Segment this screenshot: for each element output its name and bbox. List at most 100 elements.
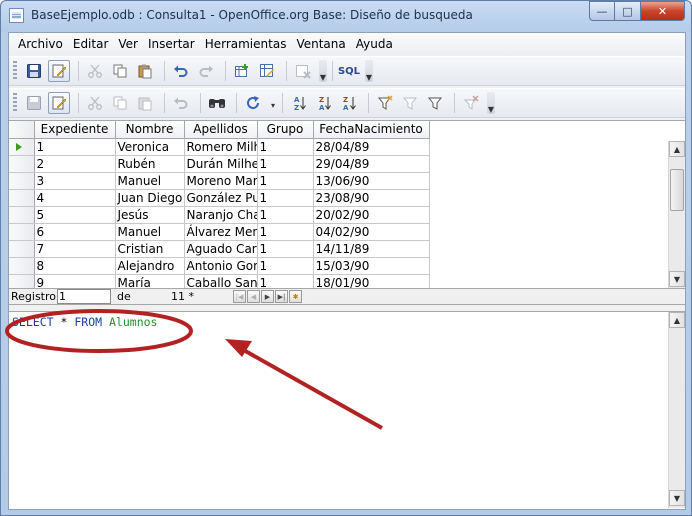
table-cell[interactable]: Moreno Mart	[184, 172, 258, 190]
design-icon[interactable]	[256, 60, 278, 82]
row-handle[interactable]	[9, 189, 35, 207]
table-cell[interactable]: Aguado Caro	[184, 240, 258, 258]
standard-filter-icon[interactable]	[399, 92, 421, 114]
table-cell[interactable]: 1	[257, 172, 314, 190]
sql-query-text[interactable]: SELECT * FROM Alumnos	[12, 315, 157, 329]
menu-ayuda[interactable]: Ayuda	[351, 37, 398, 51]
column-header[interactable]: Apellidos	[184, 121, 258, 139]
sort-icon[interactable]: ZA	[338, 92, 360, 114]
table-cell[interactable]: 1	[257, 138, 314, 156]
table-cell[interactable]: Alejandro	[115, 257, 185, 275]
paste-icon[interactable]	[134, 92, 156, 114]
find-record-icon[interactable]	[206, 92, 228, 114]
save-icon[interactable]	[23, 60, 45, 82]
refresh-dropdown-arrow[interactable]: ▾	[269, 96, 277, 110]
menu-editar[interactable]: Editar	[68, 37, 114, 51]
table-cell[interactable]: 1	[257, 257, 314, 275]
autofilter-icon[interactable]	[374, 92, 396, 114]
table-cell[interactable]: 20/02/90	[313, 206, 430, 224]
table-cell[interactable]: Juan Diego	[115, 189, 185, 207]
toolbar-grip[interactable]	[13, 93, 17, 113]
table-cell[interactable]: 04/02/90	[313, 223, 430, 241]
table-cell[interactable]: 4	[34, 189, 116, 207]
redo-icon[interactable]	[195, 60, 217, 82]
table-row[interactable]: 4 Juan Diego González Puli 1 23/08/90	[9, 189, 430, 207]
apply-filter-icon[interactable]	[424, 92, 446, 114]
add-tables-icon[interactable]	[231, 60, 253, 82]
column-header[interactable]: FechaNacimiento	[313, 121, 430, 139]
row-handle[interactable]	[9, 138, 35, 156]
table-row[interactable]: 7 Cristian Aguado Caro 1 14/11/89	[9, 240, 430, 258]
close-button[interactable]: ✕	[641, 1, 685, 21]
title-bar[interactable]: BaseEjemplo.odb : Consulta1 - OpenOffice…	[1, 1, 691, 31]
table-row[interactable]: 1 Veronica Romero Milh 1 28/04/89	[9, 138, 430, 156]
menu-ver[interactable]: Ver	[113, 37, 143, 51]
table-cell[interactable]: 1	[257, 155, 314, 173]
table-cell[interactable]: Manuel	[115, 172, 185, 190]
app-icon[interactable]	[9, 8, 24, 23]
menu-archivo[interactable]: Archivo	[13, 37, 68, 51]
paste-icon[interactable]	[134, 60, 156, 82]
sql-vertical-scrollbar[interactable]: ▲ ▼	[668, 312, 685, 508]
table-cell[interactable]: 6	[34, 223, 116, 241]
toolbar-overflow-arrow[interactable]: ▼	[319, 60, 327, 82]
table-cell[interactable]: 7	[34, 240, 116, 258]
sort-ascending-icon[interactable]: AZ	[288, 92, 310, 114]
table-cell[interactable]: 29/04/89	[313, 155, 430, 173]
toolbar-overflow-arrow[interactable]: ▼	[365, 60, 373, 82]
toolbar-grip[interactable]	[13, 61, 17, 81]
record-number-input[interactable]: 1	[57, 289, 111, 304]
row-handle[interactable]	[9, 206, 35, 224]
maximize-button[interactable]: □	[615, 1, 641, 21]
table-cell[interactable]: 15/03/90	[313, 257, 430, 275]
table-cell[interactable]: 28/04/89	[313, 138, 430, 156]
edit-mode-icon[interactable]	[48, 60, 70, 82]
edit-data-icon[interactable]	[48, 92, 70, 114]
first-record-button[interactable]: |◀	[233, 290, 246, 303]
row-handle[interactable]	[9, 155, 35, 173]
cut-icon[interactable]	[84, 92, 106, 114]
scroll-up-button[interactable]: ▲	[669, 141, 685, 157]
undo-icon[interactable]	[170, 60, 192, 82]
table-cell[interactable]: Jesús	[115, 206, 185, 224]
undo-icon[interactable]	[170, 92, 192, 114]
table-cell[interactable]: Manuel	[115, 223, 185, 241]
scroll-down-button[interactable]: ▼	[669, 271, 685, 287]
column-header[interactable]: Expediente	[34, 121, 116, 139]
table-row[interactable]: 2 Rubén Durán Milhei 1 29/04/89	[9, 155, 430, 173]
sql-icon[interactable]: SQL	[338, 60, 360, 82]
table-cell[interactable]: González Puli	[184, 189, 258, 207]
table-cell[interactable]: 1	[257, 240, 314, 258]
table-row[interactable]: 6 Manuel Álvarez Menc 1 04/02/90	[9, 223, 430, 241]
table-cell[interactable]: 1	[34, 138, 116, 156]
table-cell[interactable]: Romero Milh	[184, 138, 258, 156]
table-cell[interactable]: 8	[34, 257, 116, 275]
table-cell[interactable]: 3	[34, 172, 116, 190]
table-cell[interactable]: 2	[34, 155, 116, 173]
clear-query-icon[interactable]	[292, 60, 314, 82]
scroll-thumb[interactable]	[670, 169, 684, 211]
table-cell[interactable]: Rubén	[115, 155, 185, 173]
row-handle[interactable]	[9, 223, 35, 241]
table-cell[interactable]: Naranjo Char	[184, 206, 258, 224]
next-record-button[interactable]: ▶	[261, 290, 274, 303]
row-handle[interactable]	[9, 257, 35, 275]
table-cell[interactable]: 13/06/90	[313, 172, 430, 190]
last-record-button[interactable]: ▶|	[275, 290, 288, 303]
scroll-down-button[interactable]: ▼	[669, 490, 685, 506]
copy-icon[interactable]	[109, 92, 131, 114]
new-record-button[interactable]: ✱	[289, 290, 302, 303]
scroll-up-button[interactable]: ▲	[669, 312, 685, 328]
column-header[interactable]: Grupo	[257, 121, 314, 139]
copy-icon[interactable]	[109, 60, 131, 82]
table-cell[interactable]: Antonio Gon	[184, 257, 258, 275]
grid-vertical-scrollbar[interactable]: ▲ ▼	[668, 141, 685, 289]
row-handle[interactable]	[9, 172, 35, 190]
row-handle-header[interactable]	[9, 121, 35, 139]
sql-editor[interactable]: SELECT * FROM Alumnos ▲ ▼	[9, 311, 685, 509]
menu-herramientas[interactable]: Herramientas	[200, 37, 292, 51]
table-row[interactable]: 3 Manuel Moreno Mart 1 13/06/90	[9, 172, 430, 190]
minimize-button[interactable]: —	[589, 1, 615, 21]
column-header[interactable]: Nombre	[115, 121, 185, 139]
table-cell[interactable]: 1	[257, 223, 314, 241]
